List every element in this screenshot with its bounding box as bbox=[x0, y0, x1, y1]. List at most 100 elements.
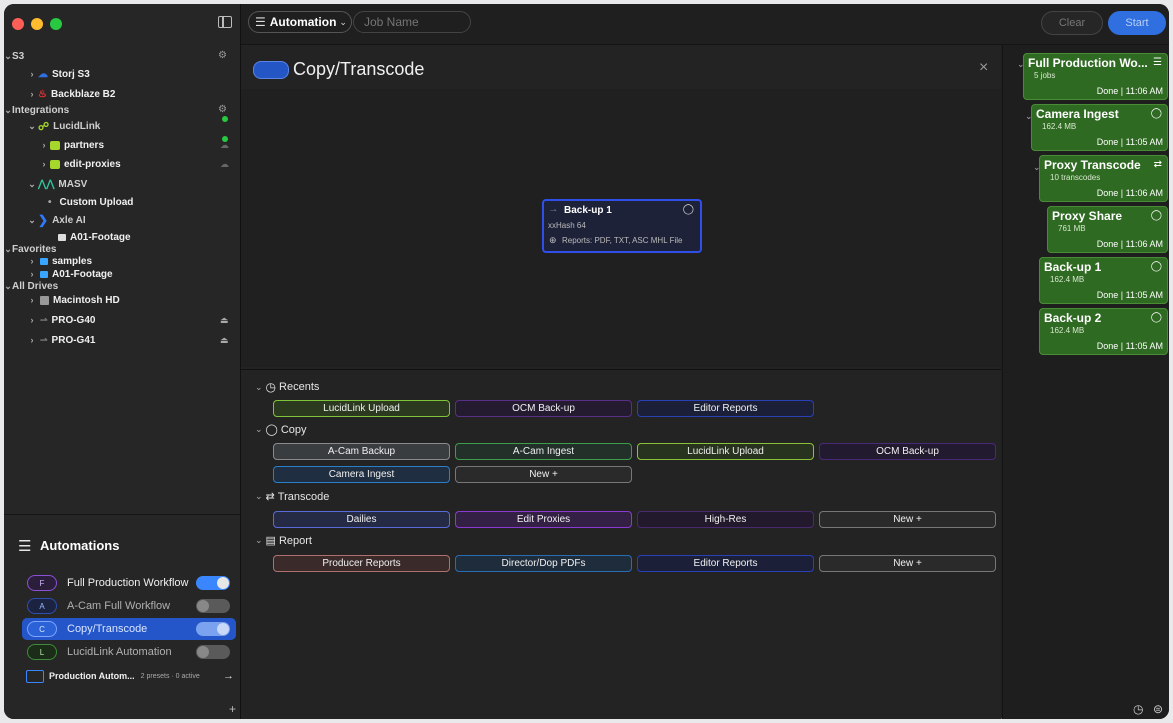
preset-button[interactable]: Camera Ingest bbox=[273, 466, 450, 483]
zoom-window-button[interactable] bbox=[50, 18, 62, 30]
preset-button[interactable]: Producer Reports bbox=[273, 555, 450, 572]
job-card[interactable]: Full Production Wo... ☰ 5 jobs Done | 11… bbox=[1023, 53, 1168, 100]
tree-item-masv[interactable]: ⌄ ⋀⋀ MASV bbox=[4, 176, 240, 192]
tree-item-label: Storj S3 bbox=[52, 68, 90, 80]
section-transcode[interactable]: ⌄ ⇄ Transcode bbox=[255, 490, 329, 504]
automation-toggle[interactable] bbox=[196, 622, 230, 636]
close-icon[interactable]: × bbox=[979, 59, 988, 77]
automation-toggle[interactable] bbox=[196, 645, 230, 659]
automation-icon: ☰ bbox=[1153, 57, 1162, 68]
preset-label: OCM Back-up bbox=[876, 446, 939, 457]
preset-label: A-Cam Backup bbox=[327, 446, 396, 457]
usb-drive-icon: ⇀ bbox=[550, 206, 557, 215]
folder-icon bbox=[40, 257, 48, 265]
eject-icon[interactable]: ⏏ bbox=[220, 335, 229, 346]
job-name-input[interactable] bbox=[353, 11, 471, 33]
document-icon: ▤ bbox=[265, 535, 276, 547]
job-card[interactable]: Camera Ingest ◯ 162.4 MB Done | 11:05 AM bbox=[1031, 104, 1168, 151]
job-sub: 5 jobs bbox=[1034, 71, 1056, 80]
automation-item-acam[interactable]: A A-Cam Full Workflow bbox=[22, 595, 236, 617]
automation-toggle[interactable] bbox=[196, 599, 230, 613]
preset-label: Producer Reports bbox=[322, 558, 401, 569]
preset-button[interactable]: A-Cam Ingest bbox=[455, 443, 632, 460]
preset-button[interactable]: Editor Reports bbox=[637, 400, 814, 417]
job-card[interactable]: Back-up 2 ◯ 162.4 MB Done | 11:05 AM bbox=[1039, 308, 1168, 355]
preset-button[interactable]: Dailies bbox=[273, 511, 450, 528]
preset-button[interactable]: A-Cam Backup bbox=[273, 443, 450, 460]
tree-item-axle[interactable]: ⌄ ❯ Axle AI bbox=[4, 212, 240, 228]
gear-icon[interactable]: ⚙ bbox=[218, 50, 227, 61]
tree-item-pro-g41[interactable]: › ⇀ PRO-G41 bbox=[4, 332, 240, 348]
tree-item-custom-upload[interactable]: • Custom Upload bbox=[4, 194, 240, 210]
preset-button[interactable]: High-Res bbox=[637, 511, 814, 528]
automation-letter-badge: C bbox=[27, 621, 57, 637]
automation-item-lucidlink[interactable]: L LucidLink Automation bbox=[22, 641, 236, 663]
tree-item-partners[interactable]: › partners bbox=[4, 137, 240, 153]
transcode-icon: ⇄ bbox=[1153, 159, 1162, 170]
preset-label: Director/Dop PDFs bbox=[501, 558, 586, 569]
job-title: Full Production Wo... bbox=[1028, 56, 1148, 70]
preset-label: Edit Proxies bbox=[516, 514, 571, 525]
workflow-canvas[interactable]: ⇀ Back-up 1 ◯ xxHash 64 ⊕ Reports: PDF, … bbox=[241, 89, 1001, 367]
clear-button[interactable]: Clear bbox=[1041, 11, 1103, 35]
preset-label: LucidLink Upload bbox=[323, 403, 400, 414]
tree-item-pro-g40[interactable]: › ⇀ PRO-G40 bbox=[4, 312, 240, 328]
automation-toggle[interactable] bbox=[196, 576, 230, 590]
tree-item-label: samples bbox=[52, 255, 93, 267]
section-copy[interactable]: ⌄ ◯ Copy bbox=[255, 423, 307, 437]
automation-menu-label: Automation bbox=[269, 15, 337, 29]
workflow-node[interactable]: ⇀ Back-up 1 ◯ xxHash 64 ⊕ Reports: PDF, … bbox=[542, 199, 702, 253]
automation-menu-button[interactable]: ☰ Automation ⌄ bbox=[248, 11, 352, 33]
new-preset-button[interactable]: New + bbox=[819, 511, 996, 528]
preset-button[interactable]: OCM Back-up bbox=[819, 443, 996, 460]
preset-label: New + bbox=[893, 514, 922, 525]
job-queue: ⌄ Full Production Wo... ☰ 5 jobs Done | … bbox=[1002, 45, 1169, 719]
tree-item-storj[interactable]: › ☁ Storj S3 bbox=[4, 66, 240, 82]
filter-icon[interactable]: ⊜ bbox=[1153, 702, 1163, 716]
app-window: ⌄ S3 ⚙ › ☁ Storj S3 › ♨ Backblaze B2 ⌄ Int… bbox=[4, 4, 1169, 719]
preset-button[interactable]: LucidLink Upload bbox=[273, 400, 450, 417]
new-preset-button[interactable]: New + bbox=[455, 466, 632, 483]
copy-circle-icon: ◯ bbox=[1150, 261, 1162, 272]
preset-button[interactable]: Director/Dop PDFs bbox=[455, 555, 632, 572]
job-card[interactable]: Proxy Transcode ⇄ 10 transcodes Done | 1… bbox=[1039, 155, 1168, 202]
section-recents[interactable]: ⌄ ◷ Recents bbox=[255, 380, 319, 394]
arrow-right-icon[interactable]: → bbox=[223, 670, 234, 682]
history-icon: ◷ bbox=[265, 380, 277, 394]
tree-item-backblaze[interactable]: › ♨ Backblaze B2 bbox=[4, 86, 240, 102]
copy-circle-icon: ◯ bbox=[1150, 312, 1162, 323]
preset-button[interactable]: Editor Reports bbox=[637, 555, 814, 572]
lucidlink-icon: ☍ bbox=[38, 120, 50, 133]
gear-icon[interactable]: ⚙ bbox=[218, 104, 227, 115]
tree-item-edit-proxies[interactable]: › edit-proxies bbox=[4, 156, 240, 172]
add-icon[interactable]: + bbox=[229, 702, 236, 716]
workflow-node-title: Back-up 1 bbox=[564, 205, 612, 216]
section-report[interactable]: ⌄ ▤ Report bbox=[255, 534, 312, 548]
tree-item-label: partners bbox=[64, 139, 105, 151]
automation-item-copy-transcode[interactable]: C Copy/Transcode bbox=[22, 618, 236, 640]
transcode-icon: ⇄ bbox=[265, 491, 275, 503]
sidebar-toggle-icon[interactable] bbox=[218, 16, 232, 28]
job-status: Done | 11:06 AM bbox=[1096, 239, 1163, 249]
preset-button[interactable]: Edit Proxies bbox=[455, 511, 632, 528]
automation-color-pill[interactable] bbox=[253, 61, 289, 79]
tree-item-label: edit-proxies bbox=[64, 158, 121, 170]
tree-item-lucidlink[interactable]: ⌄ ☍ LucidLink bbox=[4, 118, 240, 134]
start-button[interactable]: Start bbox=[1108, 11, 1166, 35]
preset-button[interactable]: LucidLink Upload bbox=[637, 443, 814, 460]
close-window-button[interactable] bbox=[12, 18, 24, 30]
tree-header-integrations[interactable]: ⌄ Integrations bbox=[4, 102, 240, 118]
new-preset-button[interactable]: New + bbox=[819, 555, 996, 572]
automation-folder-row[interactable]: Production Autom... 2 presets · 0 active… bbox=[26, 666, 236, 686]
cloud-icon: ☁ bbox=[38, 68, 48, 80]
history-icon[interactable]: ◷ bbox=[1133, 702, 1143, 716]
tree-item-macintosh-hd[interactable]: › Macintosh HD bbox=[4, 292, 240, 308]
automation-item-full-production[interactable]: F Full Production Workflow bbox=[22, 572, 236, 594]
eject-icon[interactable]: ⏏ bbox=[220, 315, 229, 326]
preset-button[interactable]: OCM Back-up bbox=[455, 400, 632, 417]
job-card[interactable]: Proxy Share ◯ 761 MB Done | 11:06 AM bbox=[1047, 206, 1168, 253]
job-card[interactable]: Back-up 1 ◯ 162.4 MB Done | 11:05 AM bbox=[1039, 257, 1168, 304]
minimize-window-button[interactable] bbox=[31, 18, 43, 30]
canvas-title: Copy/Transcode bbox=[293, 59, 425, 79]
tree-header-s3[interactable]: ⌄ S3 bbox=[4, 48, 240, 64]
